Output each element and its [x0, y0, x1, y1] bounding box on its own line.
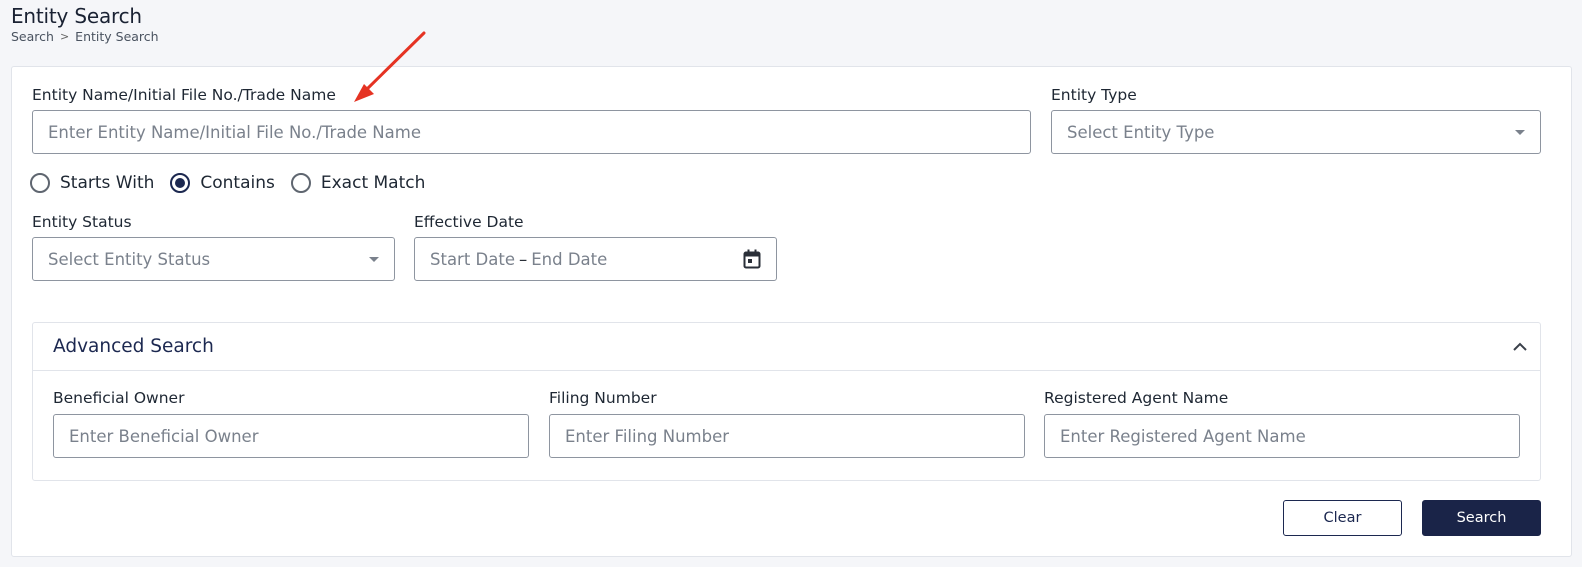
- chevron-up-icon[interactable]: [1512, 342, 1528, 352]
- caret-down-icon: [369, 256, 379, 262]
- radio-starts-with[interactable]: Starts With: [30, 173, 154, 193]
- filing-number-field[interactable]: [549, 414, 1025, 458]
- entity-status-label: Entity Status: [32, 213, 132, 231]
- radio-label: Contains: [200, 173, 275, 193]
- breadcrumb-separator: >: [59, 30, 70, 43]
- beneficial-owner-input[interactable]: [69, 426, 513, 446]
- date-range-text: Start Date – End Date: [430, 250, 743, 269]
- beneficial-owner-field[interactable]: [53, 414, 529, 458]
- filing-number-label: Filing Number: [549, 389, 657, 407]
- radio-label: Exact Match: [320, 173, 426, 193]
- end-date-placeholder[interactable]: End Date: [531, 250, 607, 269]
- radio-label: Starts With: [60, 173, 155, 193]
- calendar-icon[interactable]: [743, 249, 761, 269]
- radio-circle-icon[interactable]: [30, 173, 50, 193]
- entity-name-input[interactable]: [48, 122, 1015, 142]
- start-date-placeholder[interactable]: Start Date: [430, 250, 515, 269]
- entity-name-label: Entity Name/Initial File No./Trade Name: [32, 86, 336, 104]
- advanced-search-title: Advanced Search: [53, 336, 214, 357]
- advanced-search-panel: Advanced Search Beneficial Owner Filing …: [32, 322, 1541, 481]
- entity-type-placeholder: Select Entity Type: [1067, 122, 1215, 142]
- radio-exact-match[interactable]: Exact Match: [290, 173, 426, 193]
- effective-date-label: Effective Date: [414, 213, 524, 231]
- effective-date-range-picker[interactable]: Start Date – End Date: [414, 237, 777, 281]
- registered-agent-field[interactable]: [1044, 414, 1520, 458]
- clear-button[interactable]: Clear: [1283, 500, 1402, 536]
- page-title: Entity Search: [11, 4, 142, 28]
- match-type-radio-group: Starts With Contains Exact Match: [30, 173, 441, 193]
- beneficial-owner-label: Beneficial Owner: [53, 389, 185, 407]
- search-form-card: Entity Name/Initial File No./Trade Name …: [11, 66, 1572, 557]
- entity-type-select[interactable]: Select Entity Type: [1051, 110, 1541, 154]
- entity-status-placeholder: Select Entity Status: [48, 249, 211, 269]
- caret-down-icon: [1515, 129, 1525, 135]
- search-button[interactable]: Search: [1422, 500, 1541, 536]
- radio-contains[interactable]: Contains: [170, 173, 275, 193]
- registered-agent-input[interactable]: [1060, 426, 1504, 446]
- radio-checked-icon[interactable]: [170, 173, 191, 193]
- radio-circle-icon[interactable]: [290, 173, 311, 193]
- entity-name-field[interactable]: [32, 110, 1031, 154]
- entity-type-label: Entity Type: [1051, 86, 1137, 104]
- entity-status-select[interactable]: Select Entity Status: [32, 237, 395, 281]
- breadcrumb: Search > Entity Search: [11, 29, 159, 44]
- date-separator: –: [519, 249, 528, 269]
- breadcrumb-item-entity-search: Entity Search: [75, 29, 159, 44]
- advanced-search-header[interactable]: Advanced Search: [33, 323, 1540, 371]
- filing-number-input[interactable]: [565, 426, 1009, 446]
- registered-agent-label: Registered Agent Name: [1044, 389, 1229, 407]
- breadcrumb-item-search[interactable]: Search: [11, 29, 54, 44]
